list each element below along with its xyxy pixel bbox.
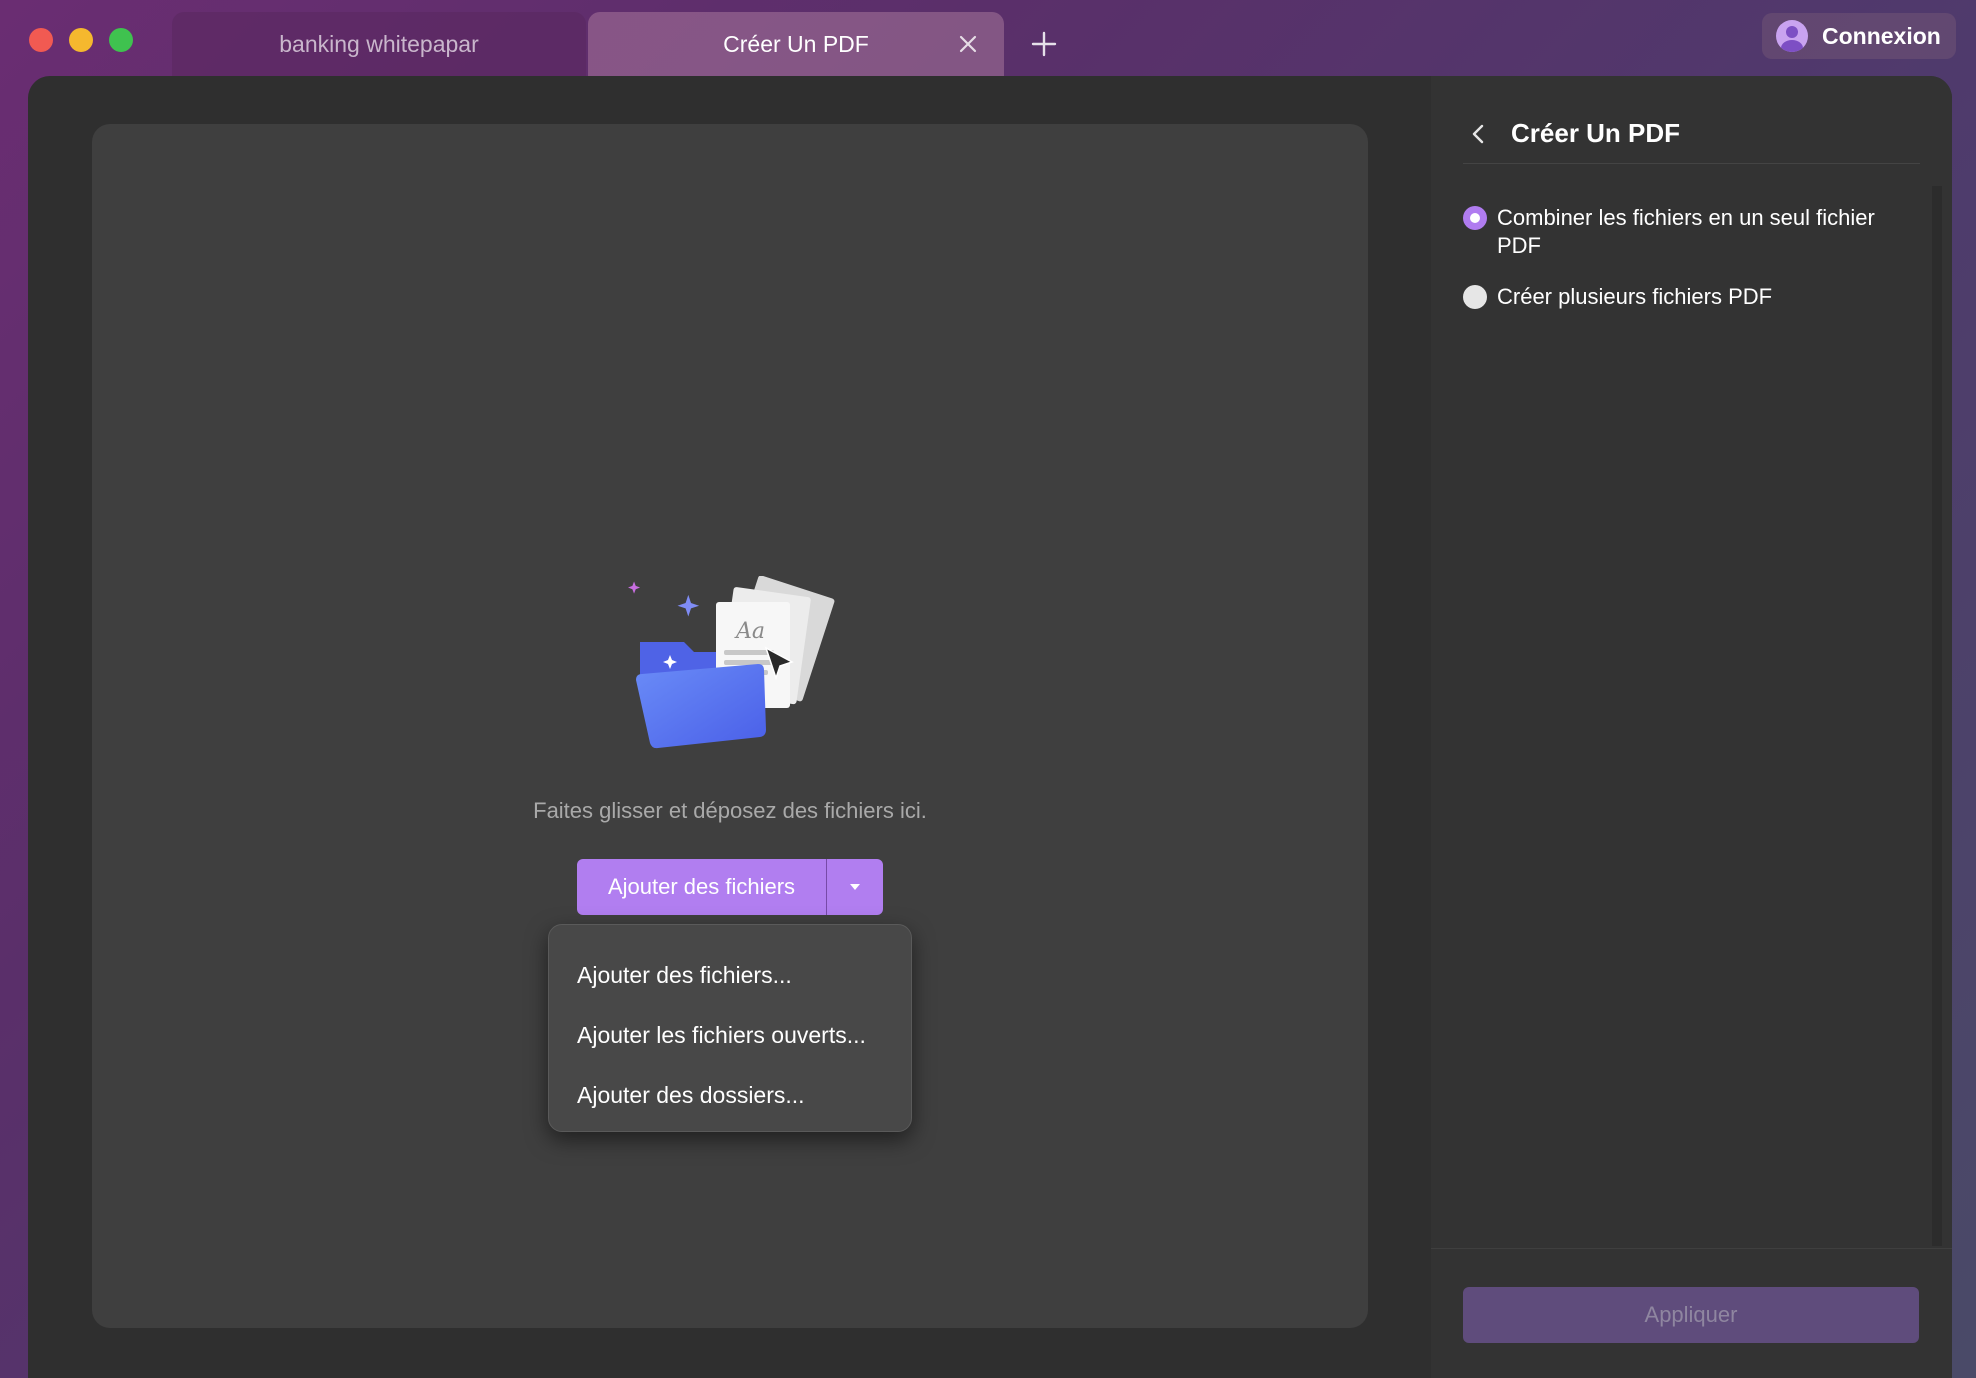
panel-header: Créer Un PDF: [1463, 104, 1920, 164]
svg-text:Aa: Aa: [734, 619, 765, 644]
panel-scrollbar[interactable]: [1932, 186, 1942, 1246]
panel-footer: Appliquer: [1431, 1248, 1952, 1378]
folder-illustration: Aa: [628, 576, 835, 749]
tab-label: Créer Un PDF: [723, 30, 869, 57]
minimize-window-button[interactable]: [69, 28, 93, 52]
plus-icon[interactable]: [1026, 24, 1062, 64]
file-drop-zone[interactable]: Aa Faites glisser et déposez des fichier…: [92, 124, 1368, 1328]
option-label: Créer plusieurs fichiers PDF: [1497, 284, 1773, 309]
zoom-window-button[interactable]: [109, 28, 133, 52]
menu-item-add-files[interactable]: Ajouter des fichiers...: [549, 945, 911, 1005]
app-window: Aa Faites glisser et déposez des fichier…: [28, 76, 1952, 1378]
menu-item-add-open-files[interactable]: Ajouter les fichiers ouverts...: [549, 1005, 911, 1065]
avatar-icon: [1776, 20, 1808, 52]
radio-combine[interactable]: [1463, 206, 1487, 230]
drop-hint: Faites glisser et déposez des fichiers i…: [533, 798, 927, 823]
menu-item-add-folders[interactable]: Ajouter des dossiers...: [549, 1065, 911, 1125]
option-label: Combiner les fichiers en un seul fichier…: [1497, 205, 1875, 258]
tab-banking-whitepapar[interactable]: banking whitepapar: [172, 12, 586, 76]
tab-create-pdf[interactable]: Créer Un PDF: [588, 12, 1004, 76]
option-multiple[interactable]: Créer plusieurs fichiers PDF: [1463, 283, 1922, 311]
option-combine[interactable]: Combiner les fichiers en un seul fichier…: [1463, 204, 1922, 260]
login-label: Connexion: [1822, 22, 1941, 49]
close-window-button[interactable]: [29, 28, 53, 52]
tab-label: banking whitepapar: [279, 30, 479, 57]
close-icon[interactable]: [952, 28, 984, 60]
panel-title: Créer Un PDF: [1511, 118, 1681, 148]
add-files-split-button[interactable]: Ajouter des fichiers: [577, 859, 883, 915]
chevron-down-icon[interactable]: [827, 859, 883, 915]
login-button[interactable]: Connexion: [1762, 13, 1956, 59]
add-files-button[interactable]: Ajouter des fichiers: [577, 859, 827, 915]
add-files-menu: Ajouter des fichiers... Ajouter les fich…: [548, 924, 912, 1132]
radio-multiple[interactable]: [1463, 285, 1487, 309]
create-pdf-panel: Créer Un PDF Combiner les fichiers en un…: [1431, 76, 1952, 1378]
apply-button[interactable]: Appliquer: [1463, 1287, 1919, 1343]
chevron-left-icon[interactable]: [1463, 119, 1493, 149]
